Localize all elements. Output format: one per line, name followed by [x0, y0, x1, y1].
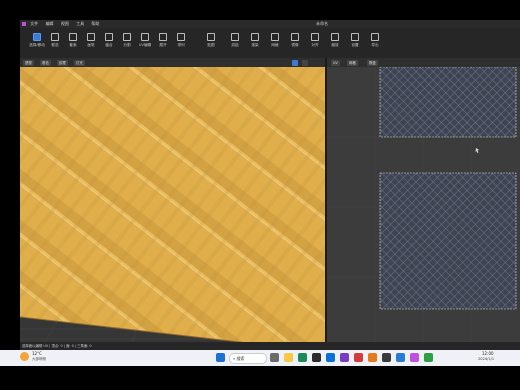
- export-icon: [371, 33, 379, 41]
- app-icon-7[interactable]: [396, 353, 405, 362]
- windows-start-icon[interactable]: [216, 353, 225, 362]
- search-placeholder: 搜索: [236, 356, 245, 361]
- status-text: 选择面以编辑 UV | 顶点: 0 | 面: 0 | 三角面: 0: [22, 344, 92, 348]
- tool-label: 网格: [271, 43, 279, 47]
- tool-label: 贴图: [207, 43, 215, 47]
- document-title: 未命名: [316, 21, 328, 26]
- app-icon-2[interactable]: [326, 353, 335, 362]
- uv-mode-chip[interactable]: UV: [331, 59, 340, 66]
- status-bar: 选择面以编辑 UV | 顶点: 0 | 面: 0 | 三角面: 0: [20, 342, 520, 350]
- edge-browser-icon[interactable]: [298, 353, 307, 362]
- tool-label: 对齐: [311, 43, 319, 47]
- tool-label: 排列: [177, 43, 185, 47]
- uv-island-bottom: [379, 172, 517, 310]
- menu-bar: 文件 编辑 视图 工具 帮助 未命名: [20, 20, 520, 28]
- viewport-options-button[interactable]: [302, 59, 308, 66]
- weather-desc: 大部晴朗: [32, 357, 46, 361]
- app-logo-icon: [22, 22, 26, 26]
- app-icon-5[interactable]: [368, 353, 377, 362]
- fabric-render: [20, 67, 325, 350]
- 3d-viewport[interactable]: [20, 67, 325, 350]
- viewport-perspective-chip[interactable]: 透视: [23, 59, 34, 66]
- app-icon-1[interactable]: [312, 353, 321, 362]
- uv-checker-chip[interactable]: 棋盘: [367, 59, 378, 66]
- menu-file[interactable]: 文件: [30, 21, 38, 26]
- render-icon: [251, 33, 259, 41]
- uv-toolbar: UV 网格 棋盘: [327, 58, 520, 67]
- gear-icon: [351, 33, 359, 41]
- app-icon-6[interactable]: [382, 353, 391, 362]
- uv-island-top: [379, 67, 517, 138]
- menu-view[interactable]: 视图: [61, 21, 69, 26]
- viewport-mode-button[interactable]: [292, 59, 298, 66]
- app-window: 文件 编辑 视图 工具 帮助 未命名 选择/移动 框选 套索 画笔 缝合 分割 …: [20, 20, 520, 350]
- viewport-texture-chip[interactable]: 纹理: [57, 59, 68, 66]
- tool-pack-button[interactable]: 排列: [166, 30, 196, 52]
- viewport-toolbar: 透视 着色 纹理 灯光: [20, 58, 325, 67]
- main-toolbar: 选择/移动 框选 套索 画笔 缝合 分割 UV编辑 展开 排列 贴图 烘焙 渲染…: [20, 28, 520, 59]
- pack-icon: [177, 33, 185, 41]
- mesh-icon: [271, 33, 279, 41]
- search-icon: ⌕: [233, 356, 236, 361]
- 3d-app-taskbar-icon[interactable]: [410, 353, 419, 362]
- viewport-shading-chip[interactable]: 着色: [40, 59, 51, 66]
- mirror-icon: [291, 33, 299, 41]
- viewport-light-chip[interactable]: 灯光: [74, 59, 85, 66]
- file-explorer-icon[interactable]: [284, 353, 293, 362]
- os-taskbar: 12°C 大部晴朗 ⌕ 搜索 12:00 2024/1/1: [0, 350, 520, 366]
- tool-label: 渲染: [251, 43, 259, 47]
- align-icon: [311, 33, 319, 41]
- clock-time[interactable]: 12:00: [482, 351, 494, 356]
- menu-help[interactable]: 帮助: [91, 21, 99, 26]
- uv-canvas: [327, 67, 520, 350]
- tool-export-button[interactable]: 导出: [360, 30, 390, 52]
- uv-editor-view[interactable]: [327, 67, 520, 350]
- tool-label: 烘焙: [231, 43, 239, 47]
- taskbar-search[interactable]: ⌕ 搜索: [229, 353, 267, 364]
- uv-grid-chip[interactable]: 网格: [347, 59, 358, 66]
- texture-icon: [207, 33, 215, 41]
- weather-temp[interactable]: 12°C: [32, 351, 42, 356]
- app-icon-3[interactable]: [340, 353, 349, 362]
- screen-border: [0, 366, 520, 390]
- menu-tools[interactable]: 工具: [76, 21, 84, 26]
- scale-icon: [331, 33, 339, 41]
- tool-label: 设置: [351, 43, 359, 47]
- tool-label: 导出: [371, 43, 379, 47]
- app-icon-8[interactable]: [424, 353, 433, 362]
- task-view-icon[interactable]: [270, 353, 279, 362]
- bake-icon: [231, 33, 239, 41]
- weather-icon: [20, 352, 29, 361]
- menu-edit[interactable]: 编辑: [46, 21, 54, 26]
- tool-label: 缩放: [331, 43, 339, 47]
- clock-date: 2024/1/1: [478, 357, 495, 361]
- tool-label: 镜像: [291, 43, 299, 47]
- mouse-cursor-icon: [475, 148, 479, 153]
- app-icon-4[interactable]: [354, 353, 363, 362]
